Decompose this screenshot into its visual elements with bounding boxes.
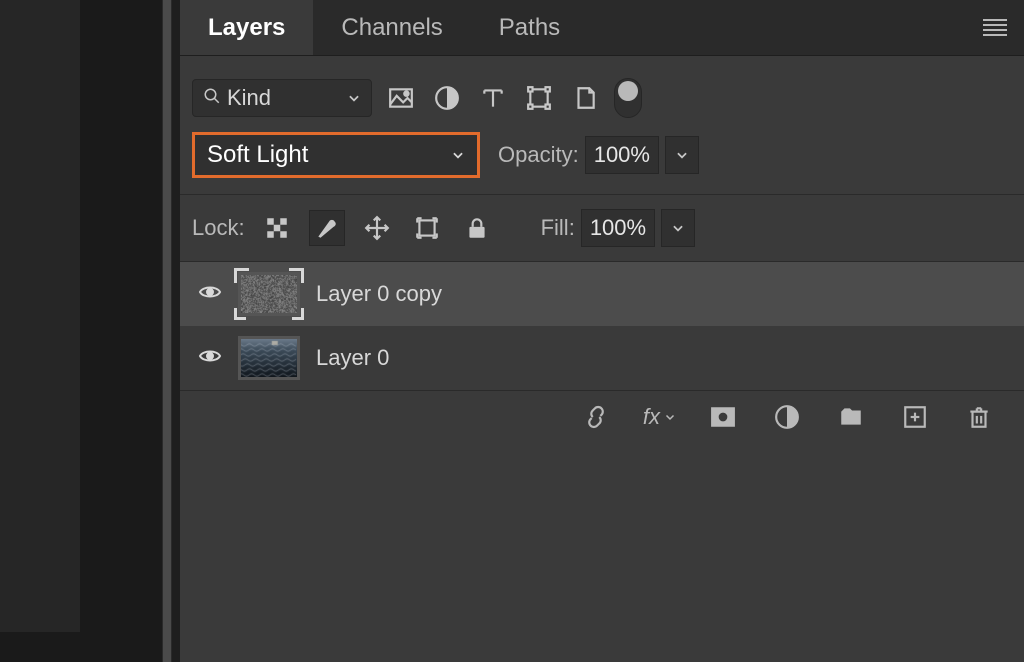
layer-item[interactable]: Layer 0 copy bbox=[180, 262, 1024, 326]
group-layers-icon[interactable] bbox=[834, 400, 868, 434]
filter-pixel-icon[interactable] bbox=[384, 81, 418, 115]
visibility-icon[interactable] bbox=[198, 280, 222, 309]
document-canvas-area bbox=[0, 0, 172, 662]
blend-mode-dropdown[interactable]: Soft Light bbox=[192, 132, 480, 178]
tab-label: Paths bbox=[499, 14, 560, 42]
fill-chevron[interactable] bbox=[661, 209, 695, 247]
layer-list: Layer 0 copy Layer 0 bbox=[180, 262, 1024, 390]
tab-label: Channels bbox=[341, 14, 442, 42]
filter-type-icon[interactable] bbox=[476, 81, 510, 115]
filter-adjustment-icon[interactable] bbox=[430, 81, 464, 115]
panel-menu-icon[interactable] bbox=[978, 11, 1012, 45]
layer-thumbnail[interactable] bbox=[238, 272, 300, 316]
fill-group: Fill: 100% bbox=[541, 209, 696, 247]
filter-kind-dropdown[interactable]: Kind bbox=[192, 79, 372, 117]
layers-panel: Layers Channels Paths Kind bbox=[180, 0, 1024, 662]
tab-paths[interactable]: Paths bbox=[471, 0, 588, 55]
layer-name[interactable]: Layer 0 bbox=[316, 345, 389, 371]
filter-toggle[interactable] bbox=[614, 78, 642, 118]
filter-shape-icon[interactable] bbox=[522, 81, 556, 115]
layer-style-button[interactable]: fx bbox=[643, 404, 676, 430]
link-layers-icon[interactable] bbox=[579, 400, 613, 434]
opacity-value-text: 100% bbox=[594, 142, 650, 168]
layer-thumbnail[interactable] bbox=[238, 336, 300, 380]
thumb-canvas-water bbox=[241, 339, 297, 377]
search-icon bbox=[203, 87, 221, 110]
lock-artboard-icon[interactable] bbox=[409, 210, 445, 246]
opacity-chevron[interactable] bbox=[665, 136, 699, 174]
adjustment-layer-icon[interactable] bbox=[770, 400, 804, 434]
lock-transparency-icon[interactable] bbox=[259, 210, 295, 246]
layer-name[interactable]: Layer 0 copy bbox=[316, 281, 442, 307]
chevron-down-icon bbox=[347, 91, 361, 105]
add-mask-icon[interactable] bbox=[706, 400, 740, 434]
layer-filter-row: Kind bbox=[180, 56, 1024, 132]
chevron-down-icon bbox=[451, 148, 465, 162]
visibility-icon[interactable] bbox=[198, 344, 222, 373]
opacity-group: Opacity: 100% bbox=[498, 136, 699, 174]
blend-mode-row: Soft Light Opacity: 100% bbox=[180, 132, 1024, 194]
fx-label: fx bbox=[643, 404, 660, 430]
canvas-strip bbox=[0, 0, 80, 632]
lock-all-icon[interactable] bbox=[459, 210, 495, 246]
lock-row: Lock: Fill: 100% bbox=[180, 195, 1024, 261]
fill-value[interactable]: 100% bbox=[581, 209, 655, 247]
layer-footer: fx bbox=[180, 390, 1024, 442]
panel-tabbar: Layers Channels Paths bbox=[180, 0, 1024, 56]
tab-label: Layers bbox=[208, 14, 285, 42]
filter-smartobject-icon[interactable] bbox=[568, 81, 602, 115]
filter-kind-label: Kind bbox=[227, 85, 271, 111]
fill-label: Fill: bbox=[541, 215, 575, 241]
tab-layers[interactable]: Layers bbox=[180, 0, 313, 55]
layer-item[interactable]: Layer 0 bbox=[180, 326, 1024, 390]
blend-mode-value: Soft Light bbox=[207, 141, 308, 169]
delete-layer-icon[interactable] bbox=[962, 400, 996, 434]
lock-position-icon[interactable] bbox=[359, 210, 395, 246]
thumb-canvas-noise bbox=[241, 275, 297, 313]
fill-value-text: 100% bbox=[590, 215, 646, 241]
lock-label: Lock: bbox=[192, 215, 245, 241]
opacity-value[interactable]: 100% bbox=[585, 136, 659, 174]
tab-channels[interactable]: Channels bbox=[313, 0, 470, 55]
opacity-label: Opacity: bbox=[498, 142, 579, 168]
lock-pixels-icon[interactable] bbox=[309, 210, 345, 246]
new-layer-icon[interactable] bbox=[898, 400, 932, 434]
